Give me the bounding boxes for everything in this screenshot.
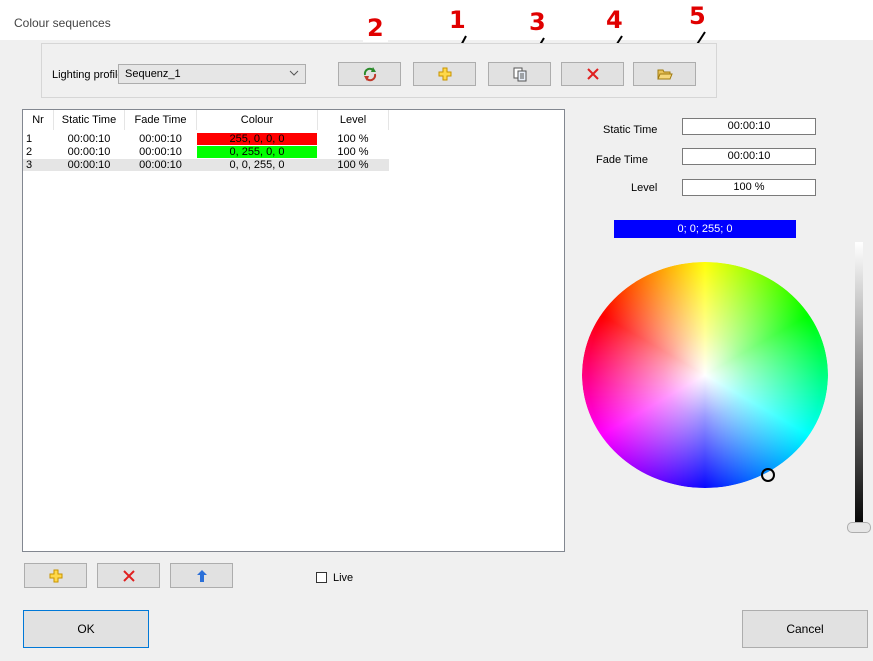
table-row[interactable]: 2 00:00:10 00:00:10 0, 255, 0, 0 100 % — [23, 146, 389, 158]
add-step-button[interactable] — [24, 563, 87, 588]
colour-value-display: 0; 0; 255; 0 — [614, 220, 796, 238]
level-label: Level — [631, 182, 658, 194]
copy-profile-button[interactable] — [488, 62, 551, 86]
move-up-button[interactable] — [170, 563, 233, 588]
cell-level: 100 % — [337, 159, 369, 171]
cell-colour: 0, 0, 255, 0 — [229, 159, 285, 171]
colour-wheel-marker[interactable] — [761, 468, 775, 482]
cell-nr: 1 — [26, 133, 33, 145]
cell-level: 100 % — [337, 146, 369, 158]
folder-open-icon — [656, 69, 673, 80]
live-checkbox[interactable] — [316, 572, 327, 583]
level-field[interactable]: 100 % — [682, 179, 816, 196]
cell-fade-time: 00:00:10 — [139, 159, 182, 171]
close-icon — [122, 569, 135, 582]
brightness-slider-thumb[interactable] — [847, 522, 871, 533]
cell-colour: 0, 255, 0, 0 — [197, 146, 317, 158]
column-header-level[interactable]: Level — [318, 110, 389, 130]
cell-static-time: 00:00:10 — [67, 146, 111, 158]
static-time-field[interactable]: 00:00:10 — [682, 118, 816, 135]
cell-colour: 255, 0, 0, 0 — [197, 133, 317, 145]
delete-step-button[interactable] — [97, 563, 160, 588]
open-profile-button[interactable] — [633, 62, 696, 86]
lighting-profile-label: Lighting profile — [52, 69, 124, 81]
column-header-static-time[interactable]: Static Time — [54, 110, 125, 130]
colour-sequences-dialog: Colour sequences 2 1 3 4 5 Lighting prof… — [0, 0, 873, 661]
column-header-colour[interactable]: Colour — [197, 110, 318, 130]
live-label: Live — [333, 572, 354, 584]
cell-static-time: 00:00:10 — [67, 159, 111, 171]
cell-fade-time: 00:00:10 — [139, 146, 182, 158]
copy-icon — [513, 67, 526, 82]
add-profile-button[interactable] — [413, 62, 476, 86]
lighting-profile-value: Sequenz_1 — [125, 68, 181, 80]
fade-time-field[interactable]: 00:00:10 — [682, 148, 816, 165]
arrow-up-icon — [196, 569, 207, 582]
cell-fade-time: 00:00:10 — [139, 133, 182, 145]
delete-profile-button[interactable] — [561, 62, 624, 86]
plus-icon — [438, 67, 451, 81]
colour-wheel-saturation — [582, 262, 828, 488]
cancel-button[interactable]: Cancel — [742, 610, 868, 648]
table-row-selected[interactable]: 3 00:00:10 00:00:10 0, 0, 255, 0 100 % — [23, 159, 389, 171]
refresh-profile-button[interactable] — [338, 62, 401, 86]
cell-nr: 2 — [26, 146, 33, 158]
sequence-list[interactable]: Nr Static Time Fade Time Colour Level 1 … — [22, 109, 565, 552]
cell-nr: 3 — [26, 159, 33, 171]
fade-time-label: Fade Time — [596, 154, 648, 166]
static-time-label: Static Time — [603, 124, 658, 136]
table-row[interactable]: 1 00:00:10 00:00:10 255, 0, 0, 0 100 % — [23, 133, 389, 145]
refresh-icon — [363, 67, 376, 82]
chevron-down-icon — [289, 70, 299, 76]
cell-level: 100 % — [337, 133, 369, 145]
ok-button[interactable]: OK — [23, 610, 149, 648]
lighting-profile-dropdown[interactable]: Sequenz_1 — [118, 64, 306, 84]
column-header-nr[interactable]: Nr — [23, 110, 54, 130]
colour-wheel[interactable] — [582, 262, 828, 488]
column-header-fade-time[interactable]: Fade Time — [125, 110, 197, 130]
plus-icon — [49, 569, 62, 582]
close-icon — [586, 68, 599, 80]
brightness-slider-track[interactable] — [855, 242, 863, 530]
cell-static-time: 00:00:10 — [67, 133, 111, 145]
